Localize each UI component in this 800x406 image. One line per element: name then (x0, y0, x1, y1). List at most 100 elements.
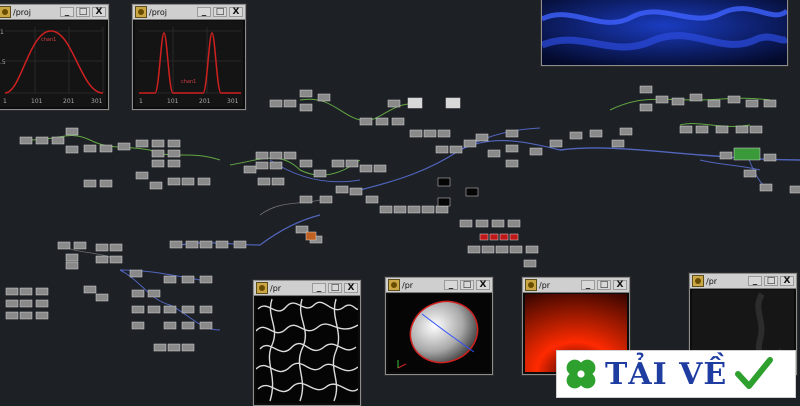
operator-node[interactable] (359, 117, 373, 126)
operator-node[interactable] (147, 305, 161, 314)
operator-node[interactable] (407, 205, 421, 214)
operator-node[interactable] (35, 311, 49, 320)
operator-node[interactable] (409, 129, 423, 138)
operator-node[interactable] (349, 187, 363, 196)
minimize-button[interactable]: _ (748, 276, 762, 286)
operator-node[interactable] (523, 259, 537, 268)
close-button[interactable]: X (229, 7, 243, 17)
operator-node[interactable] (569, 131, 583, 140)
operator-node[interactable] (65, 145, 79, 154)
operator-node[interactable] (505, 159, 519, 168)
operator-node[interactable] (487, 149, 501, 158)
operator-node[interactable] (463, 139, 477, 148)
operator-node[interactable] (423, 129, 437, 138)
operator-node[interactable] (5, 287, 19, 296)
operator-node[interactable] (153, 343, 167, 352)
operator-node[interactable] (131, 321, 145, 330)
operator-node[interactable] (481, 245, 495, 254)
operator-node[interactable] (639, 85, 653, 94)
channel-viewer-window-b[interactable]: /proj _ □ X chan1 1 101 201 301 (132, 4, 246, 110)
operator-node[interactable] (151, 139, 165, 148)
close-button[interactable]: X (613, 280, 627, 290)
operator-node[interactable] (763, 99, 777, 108)
operator-node[interactable] (305, 231, 317, 241)
window-title-bar[interactable]: /pr _ □ X (523, 278, 629, 293)
operator-node[interactable] (167, 159, 181, 168)
operator-node[interactable] (167, 177, 181, 186)
operator-node[interactable] (199, 240, 213, 249)
operator-node[interactable] (255, 161, 269, 170)
operator-node[interactable] (525, 245, 539, 254)
operator-node[interactable] (437, 177, 451, 187)
operator-node[interactable] (313, 169, 327, 178)
close-button[interactable]: X (780, 276, 794, 286)
operator-node[interactable] (117, 142, 131, 151)
operator-node[interactable] (167, 149, 181, 158)
window-title-bar[interactable]: /pr _ □ X (386, 278, 492, 293)
operator-node[interactable] (271, 177, 285, 186)
operator-node[interactable] (151, 149, 165, 158)
geometry-viewer-sphere[interactable]: /pr _ □ X (385, 277, 493, 375)
operator-node[interactable] (65, 253, 79, 262)
operator-node[interactable] (181, 177, 195, 186)
operator-node[interactable] (181, 275, 195, 284)
operator-node[interactable] (437, 129, 451, 138)
operator-node[interactable] (19, 136, 33, 145)
operator-node[interactable] (619, 127, 633, 136)
operator-node[interactable] (345, 159, 359, 168)
operator-node[interactable] (387, 99, 401, 108)
minimize-button[interactable]: _ (312, 283, 326, 293)
texture-viewer-noise[interactable]: /pr _ □ X (253, 280, 361, 406)
operator-node[interactable] (437, 197, 451, 207)
operator-node[interactable] (151, 159, 165, 168)
operator-node[interactable] (319, 195, 333, 204)
operator-node[interactable] (435, 205, 449, 214)
operator-node[interactable] (489, 233, 499, 241)
operator-node[interactable] (5, 299, 19, 308)
close-button[interactable]: X (344, 283, 358, 293)
operator-node[interactable] (233, 240, 247, 249)
minimize-button[interactable]: _ (444, 280, 458, 290)
operator-node[interactable] (35, 136, 49, 145)
window-title-bar[interactable]: /pr _ □ X (254, 281, 360, 296)
operator-node[interactable] (109, 255, 123, 264)
operator-node[interactable] (459, 219, 473, 228)
maximize-button[interactable]: □ (76, 7, 90, 17)
operator-node[interactable] (509, 233, 519, 241)
operator-node[interactable] (83, 285, 97, 294)
operator-node[interactable] (19, 299, 33, 308)
operator-node[interactable] (83, 179, 97, 188)
operator-node[interactable] (789, 185, 800, 194)
operator-node[interactable] (129, 269, 143, 278)
operator-node[interactable] (199, 305, 213, 314)
operator-node[interactable] (269, 161, 283, 170)
operator-node[interactable] (163, 305, 177, 314)
operator-node[interactable] (257, 177, 271, 186)
operator-node[interactable] (475, 133, 489, 142)
operator-node[interactable] (655, 95, 669, 104)
operator-node[interactable] (19, 287, 33, 296)
close-button[interactable]: X (476, 280, 490, 290)
operator-node[interactable] (529, 147, 543, 156)
minimize-button[interactable]: _ (197, 7, 211, 17)
operator-node[interactable] (19, 311, 33, 320)
operator-node[interactable] (365, 195, 379, 204)
operator-node[interactable] (549, 139, 563, 148)
operator-node[interactable] (763, 153, 777, 162)
operator-node[interactable] (611, 139, 625, 148)
operator-node[interactable] (745, 99, 759, 108)
operator-node[interactable] (299, 159, 313, 168)
operator-node[interactable] (695, 125, 709, 134)
operator-node[interactable] (73, 241, 87, 250)
operator-node[interactable] (421, 205, 435, 214)
operator-node[interactable] (589, 129, 603, 138)
maximize-button[interactable]: □ (764, 276, 778, 286)
operator-node[interactable] (507, 219, 521, 228)
operator-node[interactable] (375, 117, 389, 126)
window-title-bar[interactable]: /pr _ □ X (690, 274, 796, 289)
operator-node[interactable] (299, 195, 313, 204)
operator-node[interactable] (65, 127, 79, 136)
operator-node[interactable] (163, 321, 177, 330)
operator-node[interactable] (197, 177, 211, 186)
operator-node[interactable] (5, 311, 19, 320)
